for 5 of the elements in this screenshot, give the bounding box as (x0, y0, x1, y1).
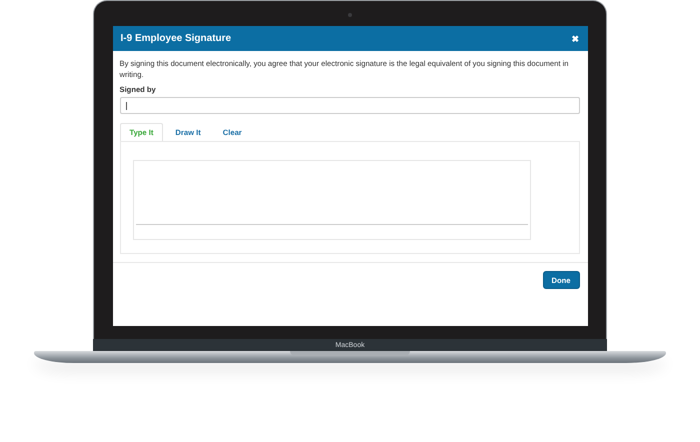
signature-area[interactable] (132, 160, 530, 240)
dialog-title: I-9 Employee Signature (120, 33, 232, 44)
camera-icon (348, 13, 352, 17)
signed-by-field[interactable] (120, 97, 580, 114)
close-button[interactable]: ✖ (572, 34, 580, 44)
